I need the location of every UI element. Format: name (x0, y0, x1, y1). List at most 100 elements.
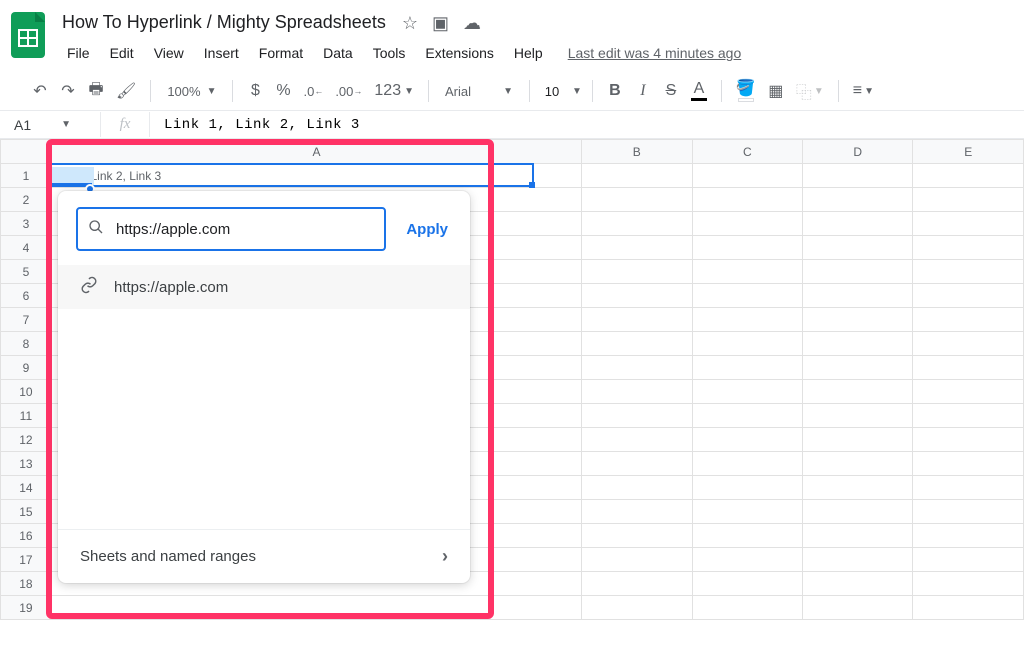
col-header-b[interactable]: B (582, 140, 692, 164)
move-icon[interactable]: ▣ (432, 14, 449, 32)
cell[interactable] (692, 548, 802, 572)
link-url-input[interactable] (114, 220, 374, 239)
horizontal-align-button[interactable]: ≡▼ (849, 78, 878, 104)
cell[interactable] (913, 548, 1024, 572)
cell[interactable] (803, 356, 913, 380)
menu-format[interactable]: Format (250, 41, 312, 65)
doc-title[interactable]: How To Hyperlink / Mighty Spreadsheets (58, 10, 390, 35)
cell[interactable] (803, 164, 913, 188)
menu-insert[interactable]: Insert (195, 41, 248, 65)
menu-extensions[interactable]: Extensions (416, 41, 502, 65)
font-family-dropdown[interactable]: Arial ▼ (439, 84, 519, 99)
cell[interactable] (582, 260, 692, 284)
last-edit-link[interactable]: Last edit was 4 minutes ago (568, 45, 742, 61)
menu-file[interactable]: File (58, 41, 99, 65)
link-search-box[interactable] (76, 207, 386, 251)
apply-button[interactable]: Apply (402, 213, 452, 246)
cell[interactable] (803, 548, 913, 572)
row-header[interactable]: 1 (1, 164, 52, 188)
redo-icon[interactable]: ↷ (56, 78, 80, 104)
col-header-c[interactable]: C (692, 140, 802, 164)
cell[interactable] (582, 332, 692, 356)
increase-decimal-button[interactable]: .00→ (331, 78, 366, 104)
cell[interactable] (692, 428, 802, 452)
cell[interactable] (692, 164, 802, 188)
row-header[interactable]: 2 (1, 188, 52, 212)
row-header[interactable]: 17 (1, 548, 52, 572)
cell[interactable] (913, 500, 1024, 524)
cell[interactable] (692, 356, 802, 380)
bold-button[interactable]: B (603, 78, 627, 104)
select-all-corner[interactable] (1, 140, 52, 164)
cell[interactable] (913, 404, 1024, 428)
name-box[interactable]: A1 ▼ (0, 117, 100, 133)
spreadsheet-grid[interactable]: A B C D E 1Link 1, Link 2, Link 32345678… (0, 139, 1024, 639)
cell[interactable] (51, 596, 581, 620)
cell[interactable] (803, 188, 913, 212)
zoom-dropdown[interactable]: 100% ▼ (161, 84, 222, 99)
cell[interactable] (582, 596, 692, 620)
row-header[interactable]: 9 (1, 356, 52, 380)
row-header[interactable]: 19 (1, 596, 52, 620)
cell[interactable] (803, 572, 913, 596)
strikethrough-button[interactable]: S (659, 78, 683, 104)
row-header[interactable]: 14 (1, 476, 52, 500)
cell[interactable] (803, 404, 913, 428)
font-size-dropdown[interactable]: 10 ▼ (540, 84, 582, 99)
row-header[interactable]: 5 (1, 260, 52, 284)
cell[interactable] (913, 308, 1024, 332)
merge-cells-button[interactable]: ⿻▼ (792, 78, 828, 104)
row-header[interactable]: 16 (1, 524, 52, 548)
cell[interactable] (582, 236, 692, 260)
currency-button[interactable]: $ (243, 78, 267, 104)
col-header-e[interactable]: E (913, 140, 1024, 164)
cell[interactable] (803, 596, 913, 620)
cell[interactable] (582, 476, 692, 500)
paint-format-icon[interactable]: 🖌 (112, 78, 140, 104)
cell[interactable] (582, 524, 692, 548)
cell[interactable] (692, 188, 802, 212)
link-suggestion-row[interactable]: https://apple.com (58, 265, 470, 309)
cell[interactable] (913, 260, 1024, 284)
star-icon[interactable]: ☆ (402, 14, 418, 32)
cell[interactable] (803, 236, 913, 260)
print-icon[interactable]: 🖶 (84, 78, 108, 104)
cell[interactable] (803, 500, 913, 524)
cell[interactable] (692, 452, 802, 476)
row-header[interactable]: 4 (1, 236, 52, 260)
menu-help[interactable]: Help (505, 41, 552, 65)
number-format-dropdown[interactable]: 123▼ (370, 78, 418, 104)
col-header-d[interactable]: D (803, 140, 913, 164)
percent-button[interactable]: % (271, 78, 295, 104)
cell[interactable] (582, 404, 692, 428)
col-header-a[interactable]: A (51, 140, 581, 164)
cell[interactable] (692, 284, 802, 308)
italic-button[interactable]: I (631, 78, 655, 104)
cell[interactable] (582, 308, 692, 332)
cell[interactable] (803, 524, 913, 548)
cell[interactable] (692, 260, 802, 284)
formula-input[interactable]: Link 1, Link 2, Link 3 (150, 117, 360, 133)
cell[interactable] (803, 332, 913, 356)
cell[interactable] (692, 596, 802, 620)
cell[interactable] (913, 476, 1024, 500)
cell[interactable] (913, 236, 1024, 260)
menu-tools[interactable]: Tools (364, 41, 415, 65)
cell[interactable] (692, 236, 802, 260)
row-header[interactable]: 11 (1, 404, 52, 428)
cell[interactable] (692, 332, 802, 356)
cell[interactable] (692, 524, 802, 548)
cell[interactable] (913, 212, 1024, 236)
menu-view[interactable]: View (145, 41, 193, 65)
cell[interactable] (803, 476, 913, 500)
cell[interactable] (692, 308, 802, 332)
cell[interactable] (913, 284, 1024, 308)
cell-a1[interactable]: Link 1, Link 2, Link 3 (51, 164, 581, 188)
menu-data[interactable]: Data (314, 41, 362, 65)
borders-button[interactable]: ▦ (764, 78, 788, 104)
cell[interactable] (692, 476, 802, 500)
cell[interactable] (803, 452, 913, 476)
menu-edit[interactable]: Edit (101, 41, 143, 65)
cell[interactable] (913, 188, 1024, 212)
row-header[interactable]: 8 (1, 332, 52, 356)
